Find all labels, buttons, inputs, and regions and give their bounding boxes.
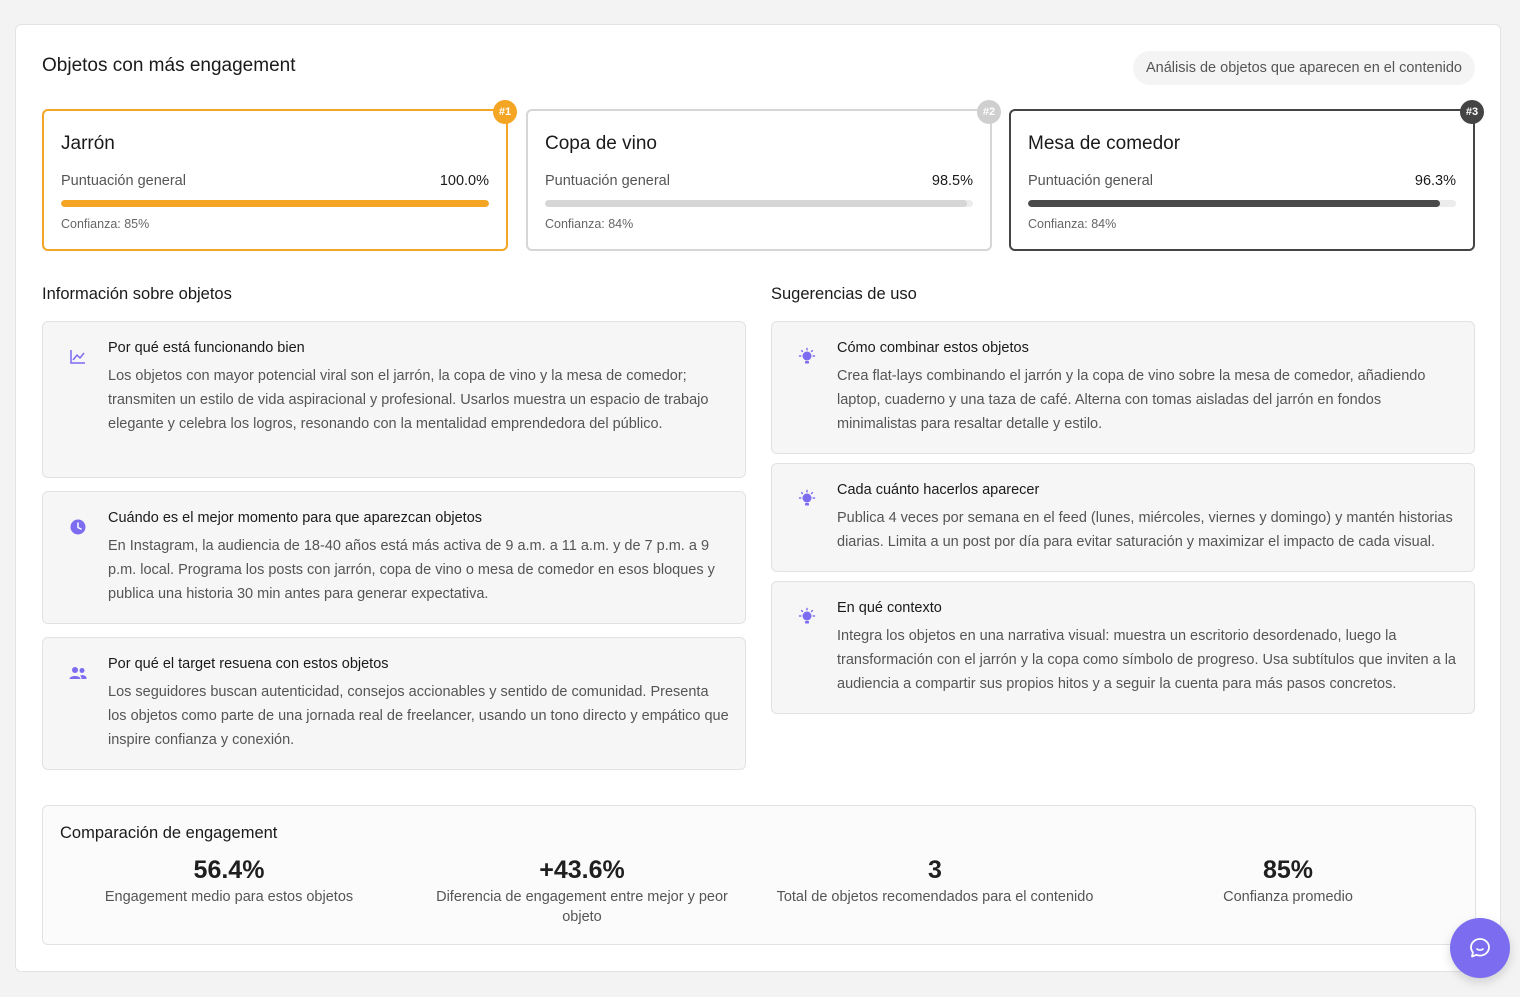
object-name: Jarrón	[61, 133, 115, 154]
score-bar-fill	[545, 200, 967, 207]
suggestion-card-context: En qué contexto Integra los objetos en u…	[771, 581, 1475, 714]
score-value: 98.5%	[931, 173, 973, 189]
ranking-card-3[interactable]: #3 Mesa de comedor Puntuación general 96…	[1009, 100, 1484, 251]
comparison-title: Comparación de engagement	[60, 824, 278, 842]
confidence-text: Confianza: 85%	[61, 217, 150, 231]
object-name: Copa de vino	[545, 133, 657, 154]
suggestion-card-frequency: Cada cuánto hacerlos aparecer Publica 4 …	[771, 463, 1475, 572]
rank-badge: #3	[1460, 100, 1484, 124]
card-body: Los seguidores buscan autenticidad, cons…	[108, 684, 729, 748]
card-title: Por qué el target resuena con estos obje…	[108, 656, 389, 672]
engagement-panel: Objetos con más engagement Análisis de o…	[15, 24, 1501, 972]
page-title: Objetos con más engagement	[42, 55, 296, 76]
score-bar	[1028, 200, 1456, 207]
people-icon	[69, 667, 87, 679]
rank-badge: #1	[493, 100, 517, 124]
info-heading: Información sobre objetos	[42, 285, 232, 303]
score-label: Puntuación general	[1028, 173, 1153, 189]
ranking-card-1[interactable]: #1 Jarrón Puntuación general 100.0% Conf…	[42, 100, 517, 251]
stat-value: 56.4%	[193, 856, 265, 884]
chat-button[interactable]	[1450, 918, 1510, 978]
card-body: Publica 4 veces por semana en el feed (l…	[837, 510, 1453, 550]
stat-value: 85%	[1262, 856, 1314, 884]
stat-value: 3	[928, 856, 942, 884]
score-bar	[545, 200, 973, 207]
score-value: 96.3%	[1414, 173, 1456, 189]
engagement-comparison: Comparación de engagement 56.4% Engageme…	[42, 805, 1476, 945]
card-body: En Instagram, la audiencia de 18-40 años…	[108, 538, 715, 602]
card-title: Cómo combinar estos objetos	[837, 340, 1029, 356]
card-title: Cuándo es el mejor momento para que apar…	[108, 510, 483, 526]
card-title: En qué contexto	[837, 600, 942, 616]
stat-average-engagement: 56.4% Engagement medio para estos objeto…	[64, 856, 394, 907]
lightbulb-icon	[798, 489, 816, 506]
card-body: Integra los objetos en una narrativa vis…	[837, 628, 1456, 692]
stat-average-confidence: 85% Confianza promedio	[1123, 856, 1453, 907]
stat-value: +43.6%	[539, 856, 625, 884]
ranking-card-2[interactable]: #2 Copa de vino Puntuación general 98.5%…	[526, 100, 1001, 251]
card-body: Los objetos con mayor potencial viral so…	[108, 368, 709, 432]
score-bar	[61, 200, 489, 207]
card-title: Cada cuánto hacerlos aparecer	[837, 482, 1040, 498]
confidence-text: Confianza: 84%	[545, 217, 634, 231]
trend-chart-icon	[70, 350, 85, 364]
chat-icon	[1470, 938, 1490, 958]
suggestion-card-combine: Cómo combinar estos objetos Crea flat-la…	[771, 321, 1475, 454]
object-name: Mesa de comedor	[1028, 133, 1181, 154]
confidence-text: Confianza: 84%	[1028, 217, 1117, 231]
stat-label: Confianza promedio	[1223, 889, 1353, 905]
info-card-best-time: Cuándo es el mejor momento para que apar…	[42, 491, 746, 624]
card-title: Por qué está funcionando bien	[108, 340, 305, 356]
score-bar-fill	[1028, 200, 1441, 207]
score-label: Puntuación general	[545, 173, 670, 189]
info-card-why-working: Por qué está funcionando bien Los objeto…	[42, 321, 746, 478]
stat-label: Engagement medio para estos objetos	[104, 889, 354, 905]
stat-label: Diferencia de engagement entre mejor y p…	[436, 889, 728, 925]
lightbulb-icon	[798, 347, 816, 364]
stat-label: Total de objetos recomendados para el co…	[776, 889, 1094, 905]
stat-total-objects: 3 Total de objetos recomendados para el …	[770, 856, 1100, 907]
score-bar-fill	[61, 200, 489, 207]
rank-badge: #2	[977, 100, 1001, 124]
score-value: 100.0%	[439, 173, 489, 189]
analysis-description-pill: Análisis de objetos que aparecen en el c…	[1132, 51, 1475, 85]
suggestions-heading: Sugerencias de uso	[771, 285, 917, 303]
clock-icon	[70, 519, 86, 535]
info-card-target-resonance: Por qué el target resuena con estos obje…	[42, 637, 746, 770]
stat-engagement-difference: +43.6% Diferencia de engagement entre me…	[417, 856, 747, 927]
card-body: Crea flat-lays combinando el jarrón y la…	[837, 368, 1426, 432]
score-label: Puntuación general	[61, 173, 186, 189]
lightbulb-icon	[798, 607, 816, 624]
